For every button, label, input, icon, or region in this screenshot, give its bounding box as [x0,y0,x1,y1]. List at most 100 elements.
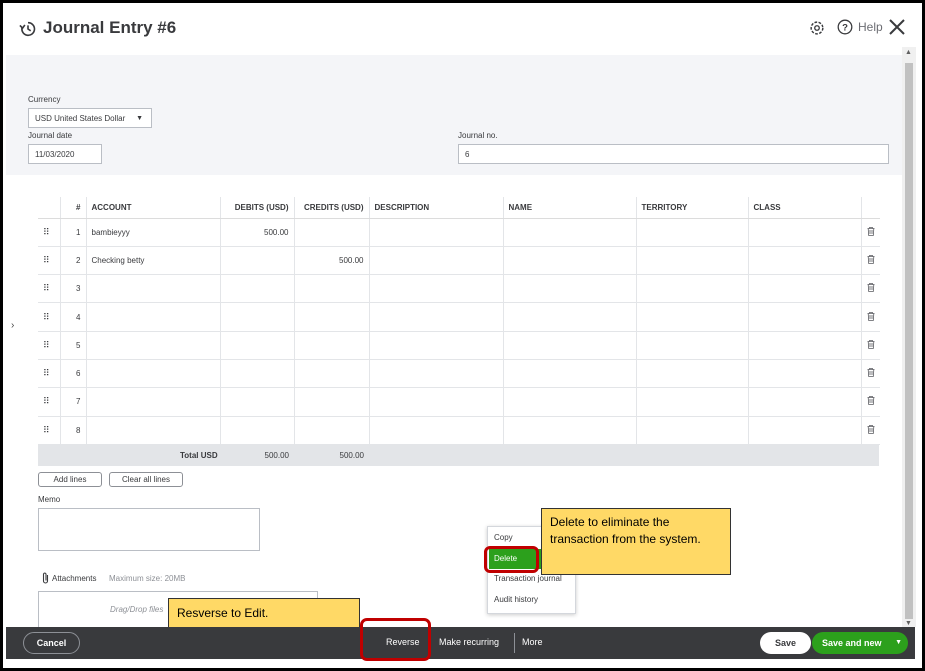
journal-date-field[interactable]: 11/03/2020 [28,144,102,164]
cell-class[interactable] [748,302,862,332]
cell-class[interactable] [748,416,862,445]
cell-debit[interactable] [220,387,295,417]
cell-description[interactable] [369,387,504,417]
cell-name[interactable] [503,387,637,417]
cell-description[interactable] [369,218,504,247]
trash-icon[interactable] [861,302,880,332]
cell-territory[interactable] [636,416,749,445]
table-row[interactable]: ⠿ 5 [38,331,880,360]
cell-territory[interactable] [636,246,749,276]
cell-debit[interactable] [220,274,295,304]
cell-account[interactable]: Checking betty [86,246,221,276]
cell-territory[interactable] [636,302,749,332]
cell-account[interactable] [86,331,221,360]
cell-debit[interactable] [220,359,295,389]
cell-account[interactable] [86,359,221,389]
cell-name[interactable] [503,302,637,332]
drag-handle-icon[interactable]: ⠿ [38,416,61,445]
drag-handle-icon[interactable]: ⠿ [38,302,61,332]
cell-description[interactable] [369,302,504,332]
gear-icon[interactable] [808,19,826,37]
cell-territory[interactable] [636,218,749,247]
table-row[interactable]: ⠿ 2 Checking betty 500.00 [38,246,880,276]
cell-credit[interactable] [294,359,370,389]
cell-credit[interactable] [294,331,370,360]
cell-credit[interactable] [294,416,370,445]
cell-credit[interactable]: 500.00 [294,246,370,276]
cell-name[interactable] [503,416,637,445]
cell-name[interactable] [503,246,637,276]
trash-icon[interactable] [861,359,880,389]
journal-no-field[interactable]: 6 [458,144,889,164]
drag-handle-icon[interactable]: ⠿ [38,274,61,304]
cell-name[interactable] [503,359,637,389]
cell-description[interactable] [369,416,504,445]
drag-handle-icon[interactable]: ⠿ [38,246,61,276]
currency-select[interactable]: USD United States Dollar ▼ [28,108,152,128]
table-row[interactable]: ⠿ 8 [38,416,880,445]
cell-account[interactable] [86,302,221,332]
save-and-new-button[interactable]: Save and new ▼ [812,632,908,654]
help-button[interactable]: ? Help [837,19,883,35]
cell-description[interactable] [369,359,504,389]
table-row[interactable]: ⠿ 7 [38,387,880,417]
memo-field[interactable] [38,508,260,551]
cell-class[interactable] [748,246,862,276]
clear-all-lines-button[interactable]: Clear all lines [109,472,183,487]
more-button[interactable]: More [522,637,543,647]
cell-class[interactable] [748,331,862,360]
make-recurring-button[interactable]: Make recurring [439,637,499,647]
cell-class[interactable] [748,387,862,417]
cell-credit[interactable] [294,302,370,332]
scroll-up-arrow-icon[interactable]: ▲ [905,49,912,56]
resize-handle[interactable]: › [11,320,14,331]
cell-account[interactable]: bambieyyy [86,218,221,247]
drag-handle-icon[interactable]: ⠿ [38,331,61,360]
close-icon[interactable] [887,17,907,37]
cell-class[interactable] [748,359,862,389]
trash-icon[interactable] [861,387,880,417]
vertical-scrollbar[interactable]: ▲ ▼ [902,47,916,627]
cell-account[interactable] [86,416,221,445]
drag-handle-icon[interactable]: ⠿ [38,387,61,417]
table-row[interactable]: ⠿ 6 [38,359,880,389]
scroll-down-arrow-icon[interactable]: ▼ [905,620,912,627]
cell-description[interactable] [369,274,504,304]
save-button[interactable]: Save [760,632,811,654]
cell-debit[interactable] [220,331,295,360]
trash-icon[interactable] [861,416,880,445]
cell-territory[interactable] [636,274,749,304]
cell-debit[interactable] [220,416,295,445]
cell-account[interactable] [86,387,221,417]
cell-account[interactable] [86,274,221,304]
cell-debit[interactable] [220,302,295,332]
cell-name[interactable] [503,274,637,304]
cell-class[interactable] [748,274,862,304]
cell-description[interactable] [369,331,504,360]
table-row[interactable]: ⠿ 4 [38,302,880,332]
scrollbar-thumb[interactable] [905,63,913,619]
drag-handle-icon[interactable]: ⠿ [38,359,61,389]
table-row[interactable]: ⠿ 1 bambieyyy 500.00 [38,218,880,247]
cell-credit[interactable] [294,218,370,247]
cell-class[interactable] [748,218,862,247]
trash-icon[interactable] [861,246,880,276]
add-lines-button[interactable]: Add lines [38,472,102,487]
cell-debit[interactable]: 500.00 [220,218,295,247]
trash-icon[interactable] [861,218,880,247]
cell-debit[interactable] [220,246,295,276]
chevron-down-icon[interactable]: ▼ [895,632,902,654]
table-row[interactable]: ⠿ 3 [38,274,880,304]
cancel-button[interactable]: Cancel [23,632,80,654]
trash-icon[interactable] [861,274,880,304]
cell-name[interactable] [503,331,637,360]
menu-item-audit-history[interactable]: Audit history [489,590,575,610]
trash-icon[interactable] [861,331,880,360]
drag-handle-icon[interactable]: ⠿ [38,218,61,247]
cell-territory[interactable] [636,359,749,389]
cell-description[interactable] [369,246,504,276]
recent-transactions-icon[interactable] [19,20,37,38]
cell-territory[interactable] [636,387,749,417]
cell-territory[interactable] [636,331,749,360]
cell-name[interactable] [503,218,637,247]
